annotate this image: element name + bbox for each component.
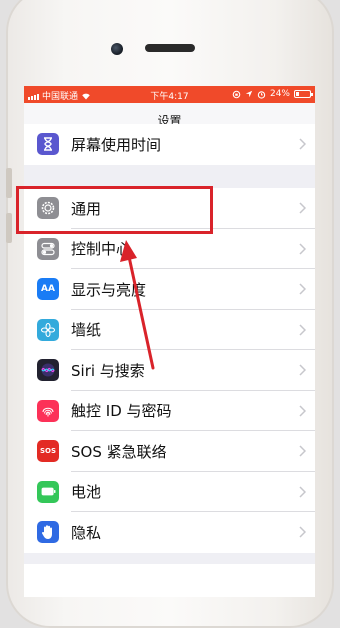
annotation-arrow (120, 240, 155, 370)
